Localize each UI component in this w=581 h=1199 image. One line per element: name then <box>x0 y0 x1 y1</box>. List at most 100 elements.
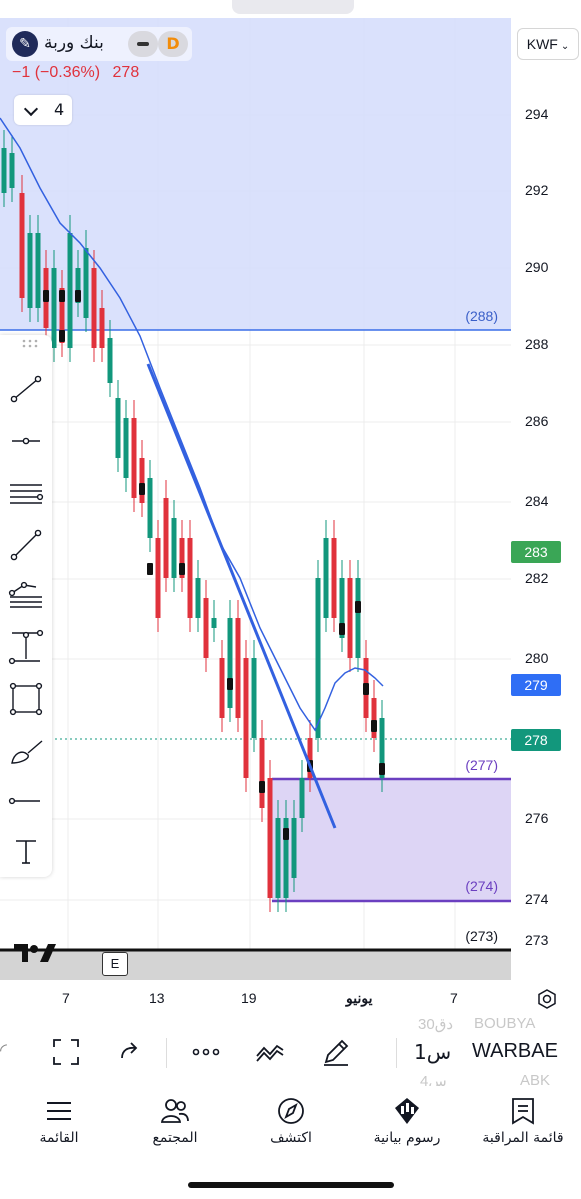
price-chart[interactable]: (288) (277) (274) (273) <box>0 18 511 980</box>
watchlist-ghost-interval: 30دق <box>418 1016 454 1033</box>
indicators-icon[interactable] <box>254 1036 286 1068</box>
fullscreen-icon[interactable] <box>50 1036 82 1068</box>
nav-explore[interactable]: اكتشف <box>233 1096 349 1156</box>
candle-body <box>91 268 97 348</box>
volume-band <box>0 950 511 980</box>
chevron-down-icon: ⌄ <box>560 41 570 52</box>
price-tick: 288 <box>525 336 549 352</box>
price-tick: 274 <box>525 891 549 907</box>
nav-community[interactable]: المجتمع <box>117 1096 233 1156</box>
candle-body <box>227 618 233 708</box>
nav-label: اكتشف <box>270 1130 312 1146</box>
symbol-name[interactable]: بنك وربة <box>44 33 104 53</box>
last-price: 278 <box>112 64 140 81</box>
signal-marker <box>43 290 49 302</box>
price-tick: 276 <box>525 810 549 826</box>
chart-canvas[interactable]: (288) (277) (274) (273) <box>0 18 511 980</box>
interval-button[interactable]: 1س <box>414 1040 451 1064</box>
candle-body <box>267 778 273 898</box>
candle-body <box>123 418 129 478</box>
trend-line-tool-icon[interactable] <box>6 369 46 409</box>
symbol-header[interactable]: ✎ بنك وربة D <box>6 27 192 61</box>
nav-watchlist[interactable]: قائمة المراقبة <box>465 1096 581 1156</box>
horizontal-line-tool-icon[interactable] <box>6 421 46 461</box>
nav-menu[interactable]: القائمة <box>1 1096 117 1156</box>
nav-charts[interactable]: رسوم بيانية <box>349 1096 465 1156</box>
line-segment-tool-icon[interactable] <box>6 781 46 821</box>
candle-body <box>195 578 201 618</box>
candle-body <box>347 578 353 658</box>
pitchfork-tool-icon[interactable] <box>6 575 46 615</box>
signal-marker <box>379 763 385 775</box>
ray-tool-icon[interactable] <box>6 525 46 565</box>
time-tick: 13 <box>149 990 165 1006</box>
price-change-row: −1 (−0.36%) 278 <box>12 64 147 82</box>
drag-handle-icon[interactable] <box>6 335 46 351</box>
upper-zone-label: (288) <box>465 308 498 324</box>
candle-body <box>315 578 321 738</box>
chevron-down-icon <box>23 101 39 117</box>
candle-body <box>275 818 281 898</box>
candle-body <box>27 233 33 308</box>
candle-body <box>291 818 297 878</box>
currency-selector[interactable]: KWF ⌄ <box>517 28 579 60</box>
community-icon <box>161 1099 189 1123</box>
candle-body <box>251 658 257 738</box>
rectangle-tool-icon[interactable] <box>6 679 46 719</box>
candle-body <box>259 738 265 808</box>
signal-marker <box>283 828 289 840</box>
brush-tool-icon[interactable] <box>6 731 46 771</box>
price-tick: 286 <box>525 413 549 429</box>
signal-marker <box>179 563 185 575</box>
candle-body <box>187 538 193 618</box>
time-tick: 7 <box>450 990 458 1006</box>
candle-body <box>99 308 105 348</box>
scroll-hint-icon: ◜ <box>0 1040 7 1061</box>
candle-body <box>355 578 361 658</box>
menu-icon <box>47 1102 71 1120</box>
signal-marker <box>139 483 145 495</box>
candle-body <box>9 153 15 188</box>
time-tick: 7 <box>62 990 70 1006</box>
price-tick: 294 <box>525 106 549 122</box>
redo-icon[interactable] <box>114 1036 146 1068</box>
drawing-pen-icon[interactable] <box>320 1036 352 1068</box>
nav-label: القائمة <box>39 1130 79 1146</box>
drawing-toolbar[interactable] <box>0 335 52 877</box>
more-options-icon[interactable] <box>190 1036 222 1068</box>
time-axis[interactable]: 7 13 19 يونيو 7 <box>0 980 581 1019</box>
price-change: −1 (−0.36%) <box>12 64 101 81</box>
candle-body <box>115 398 121 458</box>
candle-body <box>51 268 57 348</box>
candle-body <box>331 538 337 618</box>
chart-toolbar[interactable]: BOUBYA 30دق ABK 4س ◜ 1س WARBAE <box>0 1015 581 1090</box>
watchlist-ghost-ticker: BOUBYA <box>474 1015 536 1032</box>
price-tag-high: 283 <box>511 541 561 563</box>
candle-body <box>211 618 217 628</box>
signal-marker <box>355 601 361 613</box>
currency-label: KWF <box>526 36 558 52</box>
signal-marker <box>339 623 345 635</box>
signal-marker <box>59 330 65 342</box>
trend-line <box>146 363 337 829</box>
signal-marker <box>59 290 65 302</box>
candle-body <box>163 498 169 578</box>
toolbar-divider <box>166 1038 167 1068</box>
indicator-toggle[interactable]: 4 <box>14 95 72 125</box>
candle-body <box>323 538 329 618</box>
text-tool-icon[interactable] <box>6 831 46 871</box>
price-tick: 280 <box>525 650 549 666</box>
price-axis[interactable]: 294 292 290 288 286 284 282 280 276 274 … <box>511 18 581 980</box>
box-top-label: (277) <box>465 757 498 773</box>
candle-body <box>219 658 225 718</box>
signal-marker <box>227 678 233 690</box>
candle-body <box>155 538 161 618</box>
symbol-search-button[interactable]: WARBAE <box>472 1040 558 1063</box>
collapse-button[interactable] <box>128 31 158 57</box>
chart-settings-icon[interactable] <box>536 988 558 1010</box>
delayed-badge[interactable]: D <box>158 31 188 57</box>
earnings-badge[interactable]: E <box>102 952 128 976</box>
home-indicator <box>188 1182 394 1188</box>
fib-retracement-tool-icon[interactable] <box>6 475 46 515</box>
long-position-tool-icon[interactable] <box>6 627 46 667</box>
